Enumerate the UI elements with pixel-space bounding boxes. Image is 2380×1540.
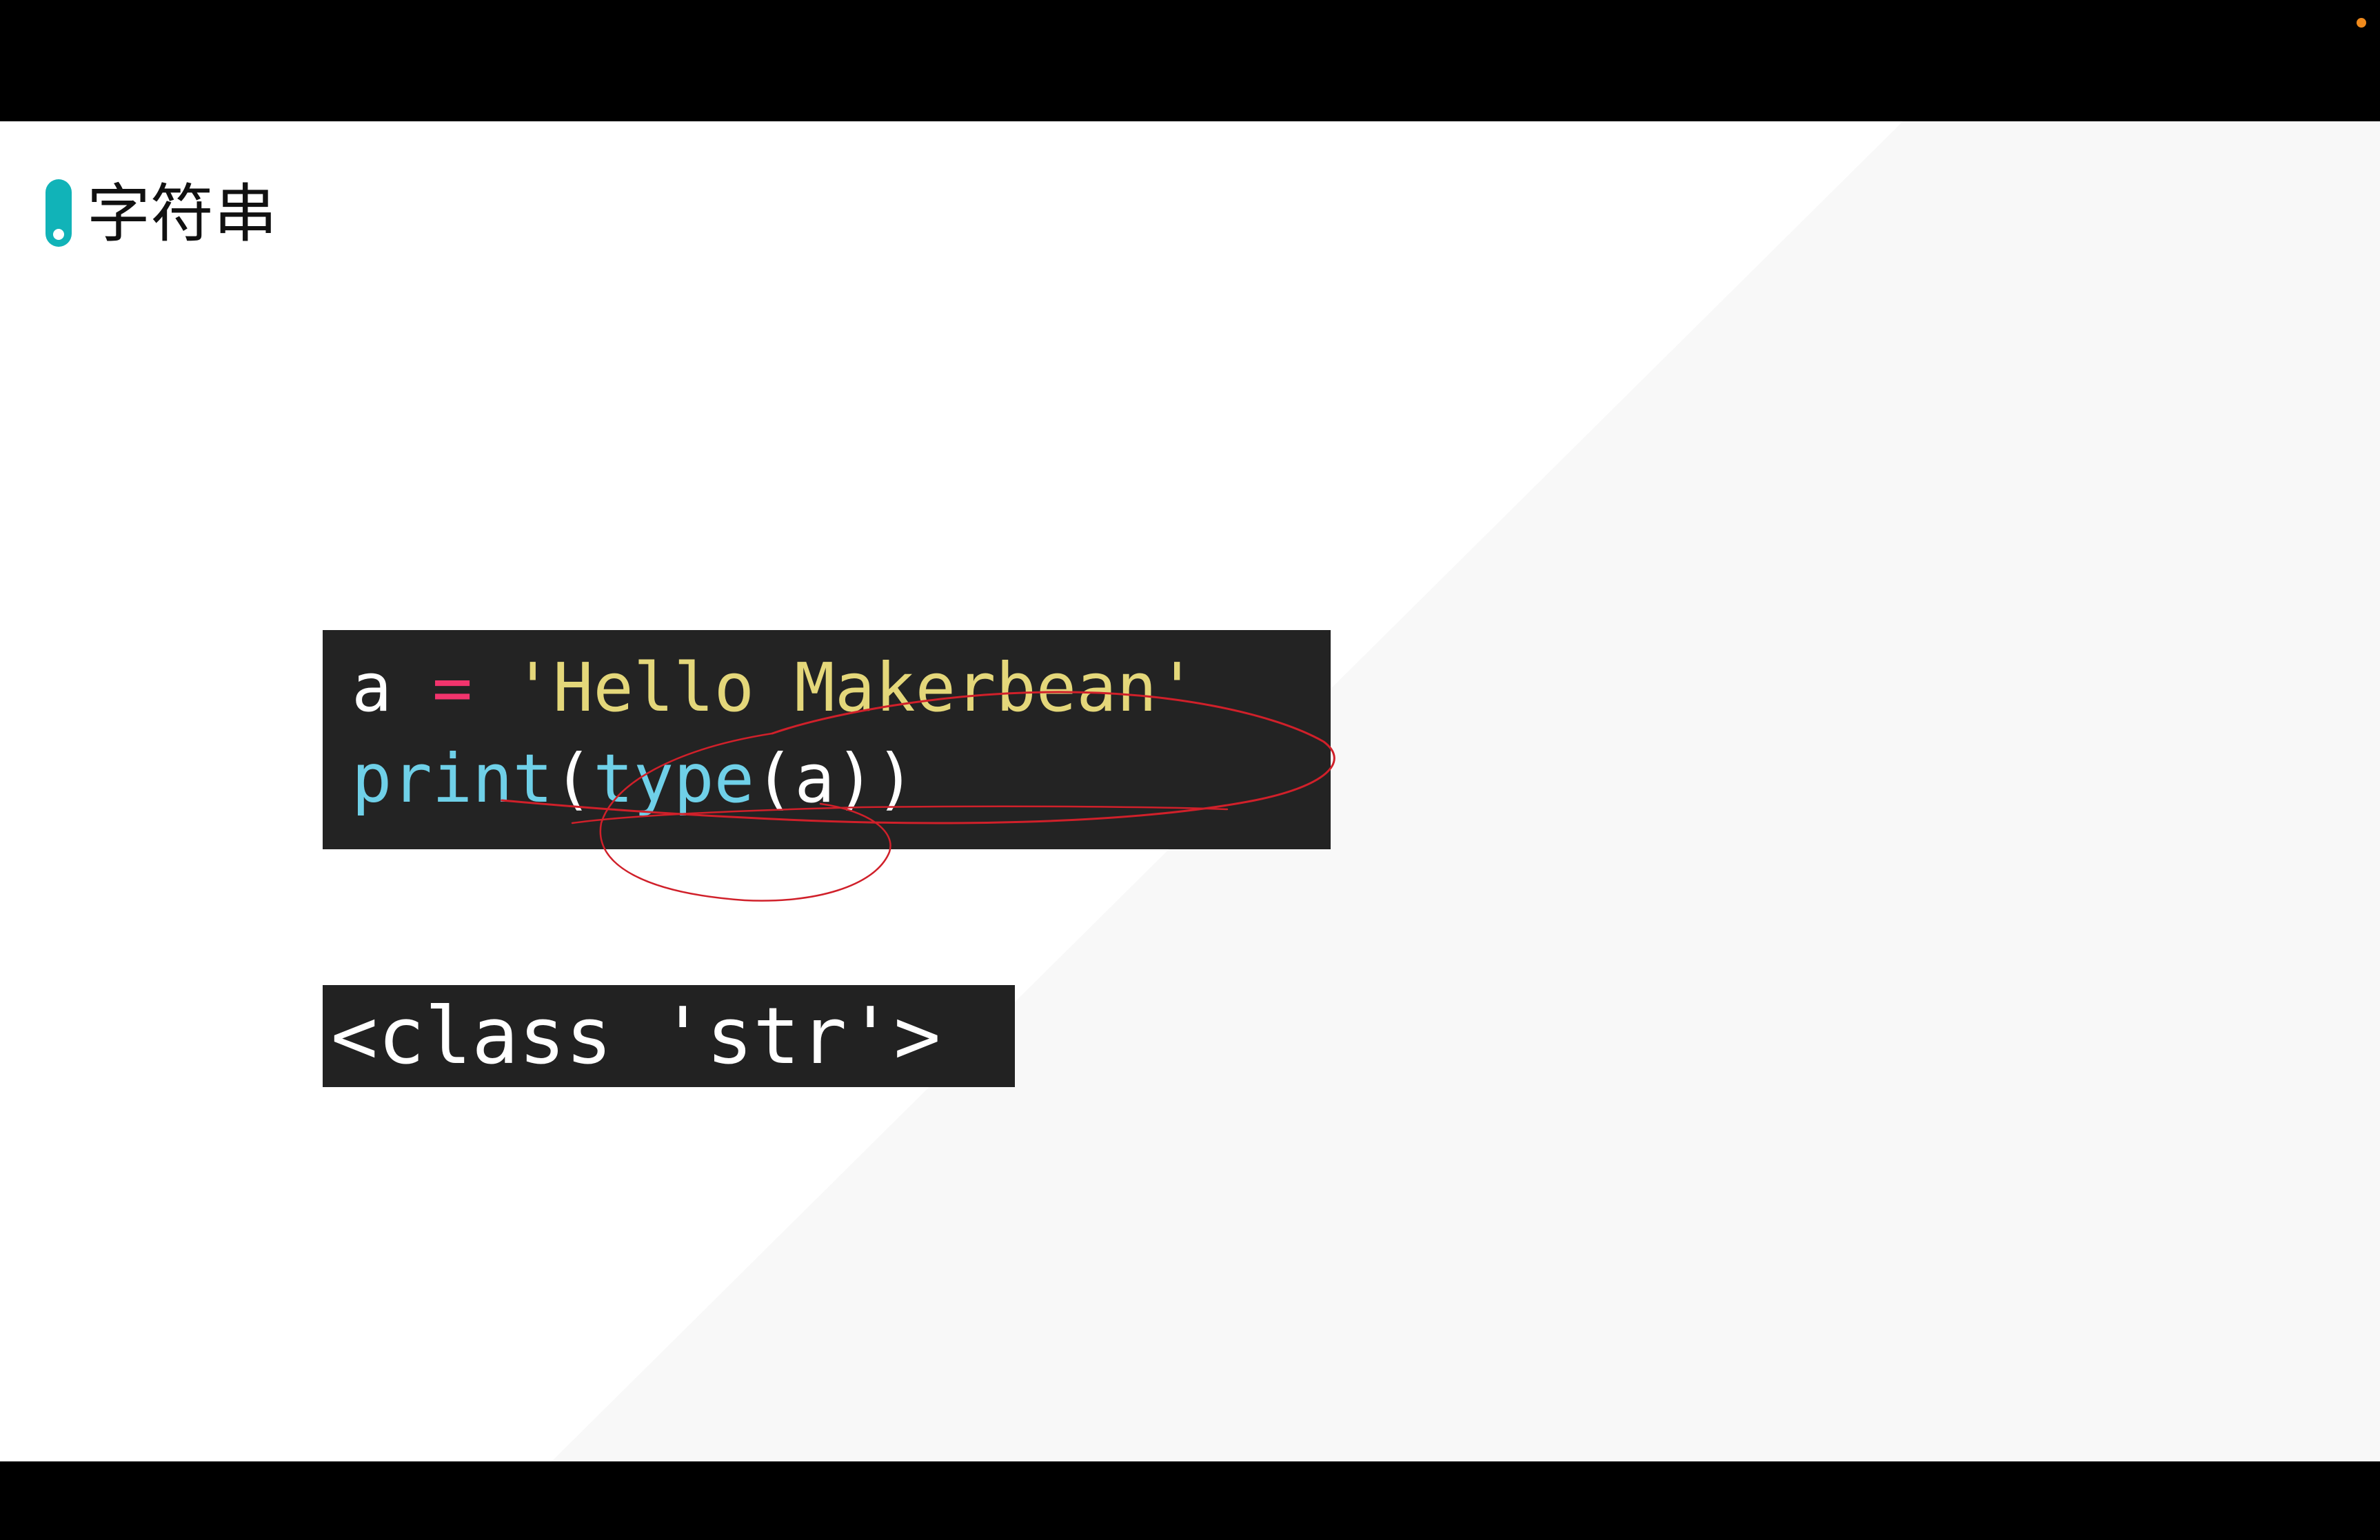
code-line-assignment: a = 'Hello Makerbean' [352, 642, 1197, 733]
code-string-literal: 'Hello Makerbean' [512, 649, 1198, 727]
code-type-function: type [593, 740, 755, 818]
code-paren-open: ( [553, 740, 594, 818]
code-operator: = [432, 649, 473, 727]
output-block: <class 'str'> [323, 985, 1015, 1087]
code-paren-close: )) [834, 740, 916, 818]
output-text: <class 'str'> [331, 991, 941, 1082]
bottom-black-bar [0, 1461, 2380, 1540]
title-marker-dot [53, 229, 64, 240]
slide: 字符串 a = 'Hello Makerbean' print(type(a))… [0, 121, 2380, 1461]
code-line-print: print(type(a)) [352, 733, 916, 824]
code-block: a = 'Hello Makerbean' print(type(a)) [323, 630, 1331, 849]
code-variable: a [352, 649, 392, 727]
code-argument: a [794, 740, 835, 818]
presentation-screen: 字符串 a = 'Hello Makerbean' print(type(a))… [0, 0, 2380, 1540]
title-marker-icon [46, 179, 72, 247]
slide-title: 字符串 [87, 177, 278, 251]
code-paren-open-inner: ( [754, 740, 795, 818]
top-black-bar [0, 0, 2380, 121]
code-print-function: print [352, 740, 553, 818]
recording-dot-icon [2357, 18, 2366, 28]
